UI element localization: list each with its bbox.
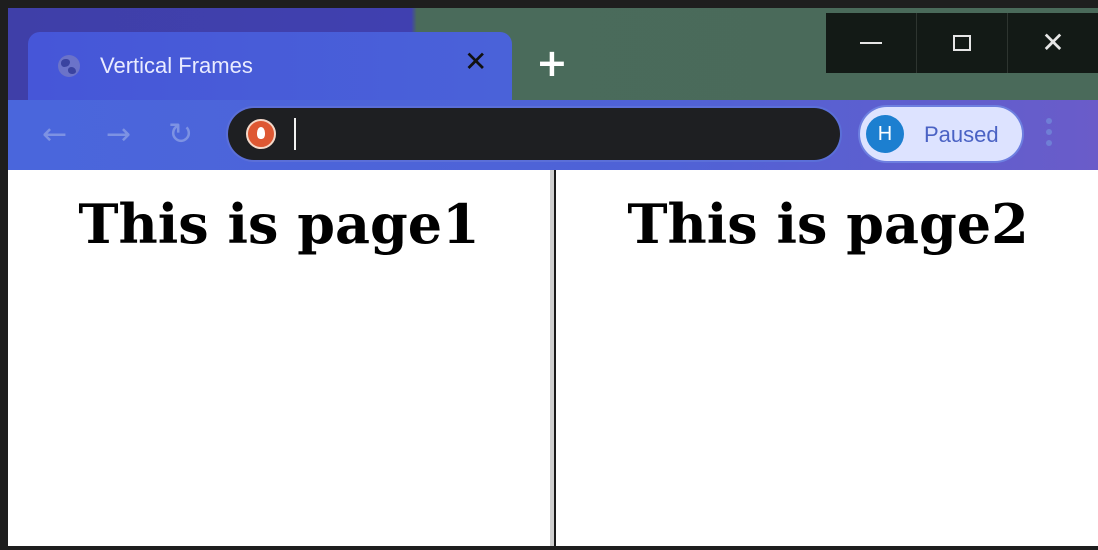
page1-heading: This is page1: [78, 192, 480, 256]
text-caret: [294, 118, 296, 150]
maximize-button[interactable]: [916, 13, 1007, 73]
close-icon: ✕: [1041, 26, 1065, 59]
avatar: H: [866, 115, 904, 153]
menu-button[interactable]: [1046, 114, 1054, 154]
forward-button[interactable]: →: [106, 120, 131, 150]
kebab-dot-icon: [1046, 129, 1052, 135]
address-bar[interactable]: [228, 108, 840, 160]
tab-vertical-frames[interactable]: Vertical Frames ✕: [28, 32, 512, 100]
minimize-button[interactable]: [826, 13, 916, 73]
profile-button[interactable]: H Paused: [860, 107, 1022, 161]
minimize-icon: [860, 42, 882, 44]
frame-divider[interactable]: [550, 170, 556, 546]
kebab-dot-icon: [1046, 140, 1052, 146]
new-tab-button[interactable]: +: [536, 44, 568, 82]
frame-page2: This is page2: [558, 170, 1098, 546]
toolbar: ← → ↻ H Paused: [8, 100, 1098, 170]
kebab-dot-icon: [1046, 118, 1052, 124]
frame-page1: This is page1: [8, 170, 550, 546]
window-controls: ✕: [826, 13, 1098, 73]
tab-title: Vertical Frames: [100, 53, 253, 78]
globe-icon: [58, 55, 80, 77]
tab-close-button[interactable]: ✕: [464, 48, 487, 76]
tab-strip: Vertical Frames ✕ + ✕: [8, 8, 1098, 100]
page2-heading: This is page2: [627, 192, 1029, 256]
close-window-button[interactable]: ✕: [1007, 13, 1098, 73]
duckduckgo-icon: [246, 119, 276, 149]
back-button[interactable]: ←: [42, 120, 67, 150]
maximize-icon: [953, 35, 971, 51]
page-content: This is page1 This is page2: [8, 170, 1098, 546]
browser-window: Vertical Frames ✕ + ✕ ← → ↻ H Paused Thi…: [8, 8, 1098, 546]
profile-status: Paused: [924, 122, 999, 147]
reload-button[interactable]: ↻: [168, 120, 193, 150]
